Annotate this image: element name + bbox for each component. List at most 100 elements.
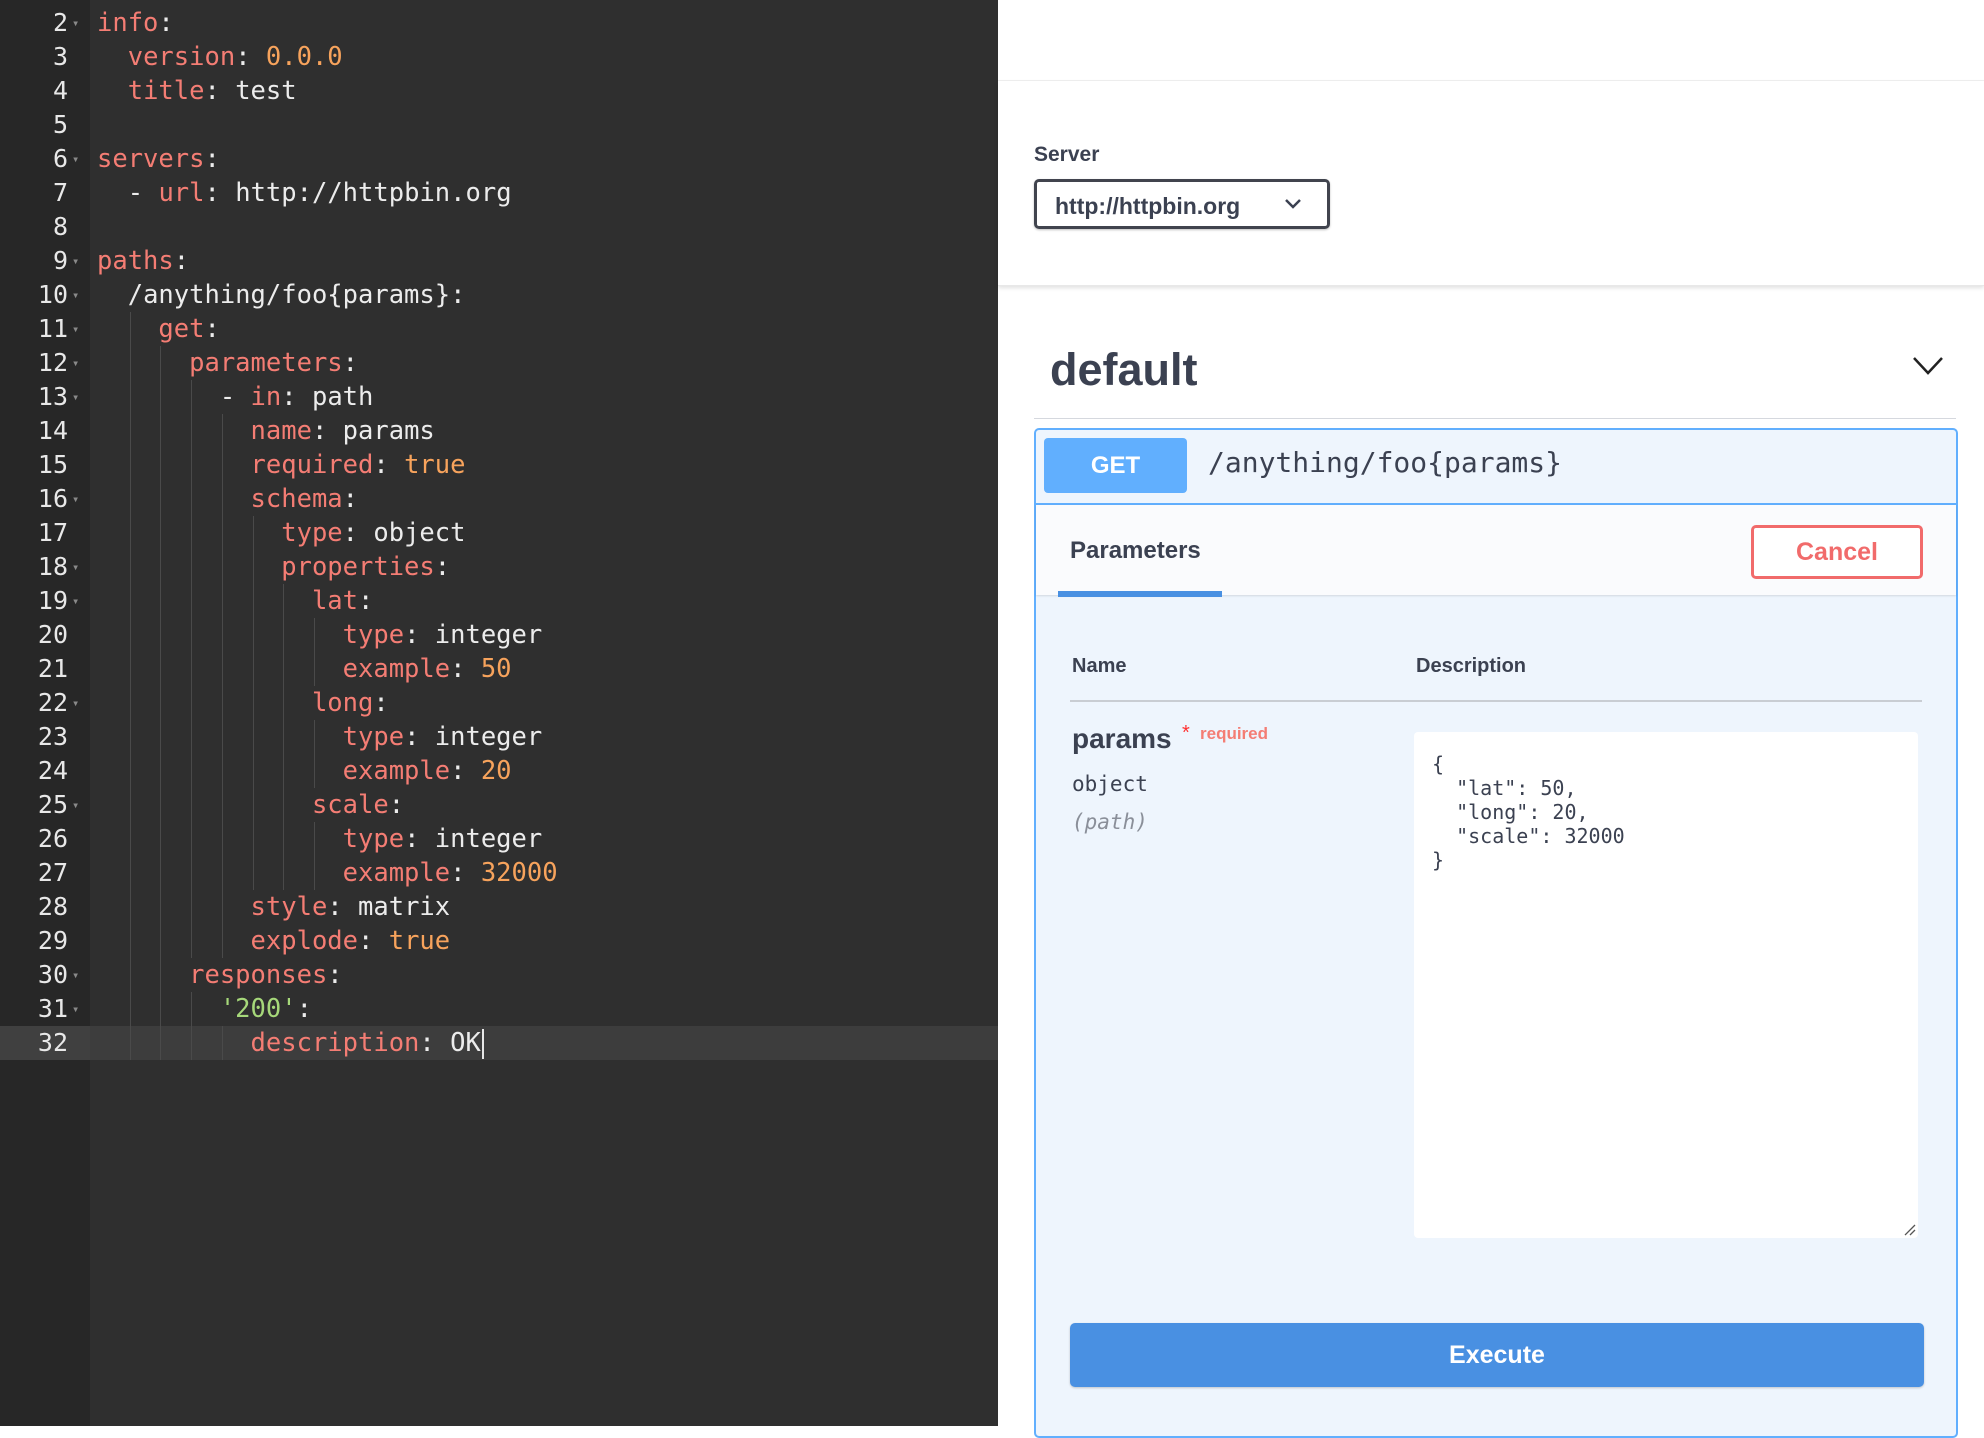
code-text: type: object <box>281 518 466 548</box>
code-line[interactable]: 20 type: integer <box>0 618 998 652</box>
code-line[interactable]: 16 ▾ schema: <box>0 482 998 516</box>
line-number-cell: 18 ▾ <box>0 550 90 584</box>
fold-arrow-icon[interactable]: ▾ <box>72 244 79 278</box>
code-text: example: 20 <box>342 756 512 786</box>
line-number-cell: 16 ▾ <box>0 482 90 516</box>
code-line[interactable]: 8 <box>0 210 998 244</box>
line-number-cell: 3 <box>0 40 90 74</box>
line-number: 10 <box>37 280 68 309</box>
yaml-editor[interactable]: 2 ▾ info: 3 version: 0.0.0 4 title: test 5 6 ▾ s… <box>0 0 998 1426</box>
line-number-cell: 32 <box>0 1026 90 1060</box>
code-line[interactable]: 7 - url: http://httpbin.org <box>0 176 998 210</box>
code-line[interactable]: 22 ▾ long: <box>0 686 998 720</box>
tag-section-header[interactable]: default <box>1034 330 1956 419</box>
code-line[interactable]: 2 ▾ info: <box>0 6 998 40</box>
line-number-cell: 24 <box>0 754 90 788</box>
fold-arrow-icon[interactable]: ▾ <box>72 6 79 40</box>
code-text: properties: <box>281 552 451 582</box>
code-line[interactable]: 19 ▾ lat: <box>0 584 998 618</box>
line-number: 25 <box>37 790 68 819</box>
code-line[interactable]: 25 ▾ scale: <box>0 788 998 822</box>
code-line[interactable]: 31 ▾ '200': <box>0 992 998 1026</box>
fold-arrow-icon[interactable]: ▾ <box>72 142 79 176</box>
line-number: 26 <box>37 824 68 853</box>
line-number-cell: 30 ▾ <box>0 958 90 992</box>
fold-arrow-icon[interactable]: ▾ <box>72 584 79 618</box>
fold-arrow-icon[interactable]: ▾ <box>72 788 79 822</box>
required-label: required <box>1200 724 1269 743</box>
operation-summary[interactable]: GET /anything/foo{params} <box>1036 430 1956 505</box>
code-line[interactable]: 24 example: 20 <box>0 754 998 788</box>
code-text: servers: <box>97 144 220 174</box>
column-header-name: Name <box>1072 655 1127 677</box>
line-number-cell: 22 ▾ <box>0 686 90 720</box>
cancel-button[interactable]: Cancel <box>1751 525 1923 579</box>
line-number-cell: 25 ▾ <box>0 788 90 822</box>
code-line[interactable]: 10 ▾ /anything/foo{params}: <box>0 278 998 312</box>
fold-arrow-icon[interactable]: ▾ <box>72 686 79 720</box>
code-line[interactable]: 32 description: OK <box>0 1026 998 1060</box>
code-line[interactable]: 17 type: object <box>0 516 998 550</box>
code-text: /anything/foo{params}: <box>127 280 466 310</box>
tab-parameters[interactable]: Parameters <box>1070 537 1201 565</box>
text-cursor <box>481 1029 484 1059</box>
code-line[interactable]: 23 type: integer <box>0 720 998 754</box>
code-line[interactable]: 27 example: 32000 <box>0 856 998 890</box>
line-number: 31 <box>37 994 68 1023</box>
code-line[interactable]: 6 ▾ servers: <box>0 142 998 176</box>
tag-title: default <box>1050 344 1198 395</box>
fold-arrow-icon[interactable]: ▾ <box>72 312 79 346</box>
swagger-ui-panel: Server http://httpbin.org default GET /a… <box>998 0 1984 1438</box>
fold-arrow-icon[interactable]: ▾ <box>72 346 79 380</box>
line-number-cell: 29 <box>0 924 90 958</box>
line-number-cell: 19 ▾ <box>0 584 90 618</box>
code-line[interactable]: 30 ▾ responses: <box>0 958 998 992</box>
parameter-value-text[interactable]: { "lat": 50, "long": 20, "scale": 32000 … <box>1432 752 1625 872</box>
chevron-down-icon <box>1285 199 1301 209</box>
code-line[interactable]: 29 explode: true <box>0 924 998 958</box>
code-line[interactable]: 21 example: 50 <box>0 652 998 686</box>
code-text: description: OK <box>97 1026 484 1060</box>
line-number-cell: 23 <box>0 720 90 754</box>
code-line[interactable]: 11 ▾ get: <box>0 312 998 346</box>
code-line[interactable]: 9 ▾ paths: <box>0 244 998 278</box>
fold-arrow-icon[interactable]: ▾ <box>72 380 79 414</box>
line-number-cell: 21 <box>0 652 90 686</box>
code-line[interactable]: 26 type: integer <box>0 822 998 856</box>
code-text: example: 50 <box>342 654 512 684</box>
fold-arrow-icon[interactable]: ▾ <box>72 958 79 992</box>
code-area[interactable]: 2 ▾ info: 3 version: 0.0.0 4 title: test 5 6 ▾ s… <box>0 0 998 1426</box>
required-star: * <box>1182 722 1190 744</box>
column-header-description: Description <box>1416 655 1527 677</box>
line-number-cell: 27 <box>0 856 90 890</box>
parameter-value-textarea[interactable]: { "lat": 50, "long": 20, "scale": 32000 … <box>1414 732 1918 1238</box>
code-line[interactable]: 14 name: params <box>0 414 998 448</box>
code-text: - in: path <box>219 382 374 412</box>
code-line[interactable]: 13 ▾ - in: path <box>0 380 998 414</box>
chevron-down-icon[interactable] <box>1912 356 1944 376</box>
code-line[interactable]: 5 <box>0 108 998 142</box>
code-line[interactable]: 18 ▾ properties: <box>0 550 998 584</box>
line-number-cell: 4 <box>0 74 90 108</box>
fold-arrow-icon[interactable]: ▾ <box>72 550 79 584</box>
line-number-cell: 9 ▾ <box>0 244 90 278</box>
code-line[interactable]: 28 style: matrix <box>0 890 998 924</box>
resize-handle-icon[interactable] <box>1902 1222 1916 1236</box>
code-line[interactable]: 4 title: test <box>0 74 998 108</box>
line-number-cell: 15 <box>0 448 90 482</box>
fold-arrow-icon[interactable]: ▾ <box>72 278 79 312</box>
server-select[interactable]: http://httpbin.org <box>1034 179 1330 229</box>
fold-arrow-icon[interactable]: ▾ <box>72 482 79 516</box>
execute-button[interactable]: Execute <box>1070 1323 1924 1387</box>
code-text: parameters: <box>189 348 359 378</box>
code-line[interactable]: 3 version: 0.0.0 <box>0 40 998 74</box>
line-number: 29 <box>37 926 68 955</box>
code-line[interactable]: 12 ▾ parameters: <box>0 346 998 380</box>
code-text: paths: <box>97 246 190 276</box>
fold-arrow-icon[interactable]: ▾ <box>72 992 79 1026</box>
parameter-location: (path) <box>1072 810 1148 834</box>
line-number-cell: 8 <box>0 210 90 244</box>
line-number: 5 <box>52 110 68 139</box>
server-select-value: http://httpbin.org <box>1055 193 1241 219</box>
code-line[interactable]: 15 required: true <box>0 448 998 482</box>
